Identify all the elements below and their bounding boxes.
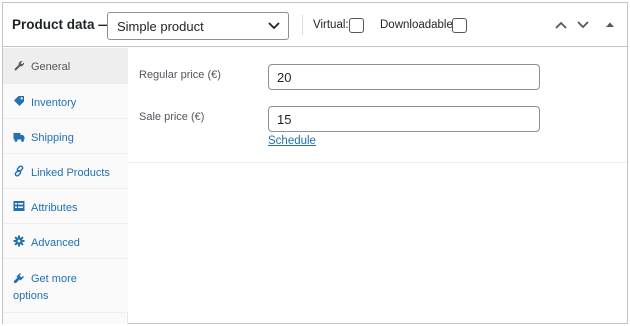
downloadable-label: Downloadable:	[380, 19, 457, 31]
tab-inventory[interactable]: Inventory	[3, 84, 128, 119]
product-type-value: Simple product	[117, 19, 204, 34]
truck-icon	[13, 133, 25, 142]
link-icon	[14, 165, 24, 177]
chevron-down-icon	[268, 22, 280, 30]
tag-icon	[14, 96, 24, 106]
tab-advanced[interactable]: Advanced	[3, 224, 128, 259]
tab-label-attributes: Attributes	[31, 202, 78, 214]
product-type-select[interactable]: Simple product	[107, 12, 289, 40]
downloadable-checkbox[interactable]	[452, 18, 467, 33]
panel-title: Product data —	[12, 17, 112, 32]
tab-label-options: options	[13, 290, 49, 302]
gear-icon	[13, 235, 25, 247]
regular-price-label: Regular price (€)	[139, 69, 221, 81]
tab-attributes[interactable]: Attributes	[3, 189, 128, 224]
header-divider	[302, 15, 303, 35]
list-view-icon	[13, 201, 25, 211]
wrench-icon	[14, 61, 24, 71]
sale-price-label: Sale price (€)	[139, 111, 205, 123]
product-data-tabs: General Inventory Shipping Linked Produc…	[3, 48, 128, 324]
tab-label-linked-products: Linked Products	[31, 167, 110, 179]
move-down-icon[interactable]	[576, 20, 590, 30]
tab-label-get-more: Get more	[31, 273, 77, 285]
tab-shipping[interactable]: Shipping	[3, 119, 128, 154]
pricing-options-group: Regular price (€) Sale price (€) Schedul…	[128, 48, 627, 163]
tab-general[interactable]: General	[3, 48, 128, 84]
product-data-panel: Product data — Simple product Virtual: D…	[2, 2, 628, 324]
plugin-icon	[14, 273, 24, 283]
schedule-link[interactable]: Schedule	[268, 135, 316, 147]
move-up-icon[interactable]	[554, 20, 568, 30]
tab-label-inventory: Inventory	[31, 97, 77, 109]
virtual-label: Virtual:	[313, 19, 349, 31]
tab-linked-products[interactable]: Linked Products	[3, 154, 128, 189]
sale-price-input[interactable]	[268, 106, 540, 132]
tab-label-general: General	[31, 61, 71, 73]
regular-price-input[interactable]	[268, 64, 540, 90]
collapse-toggle-icon[interactable]	[603, 20, 617, 30]
virtual-checkbox[interactable]	[349, 18, 364, 33]
tab-label-advanced: Advanced	[31, 237, 80, 249]
panel-header: Product data — Simple product Virtual: D…	[3, 3, 627, 47]
tab-get-more-options[interactable]: Get more options	[3, 259, 128, 313]
general-tab-panel: Regular price (€) Sale price (€) Schedul…	[128, 48, 627, 324]
tab-label-shipping: Shipping	[31, 132, 74, 144]
